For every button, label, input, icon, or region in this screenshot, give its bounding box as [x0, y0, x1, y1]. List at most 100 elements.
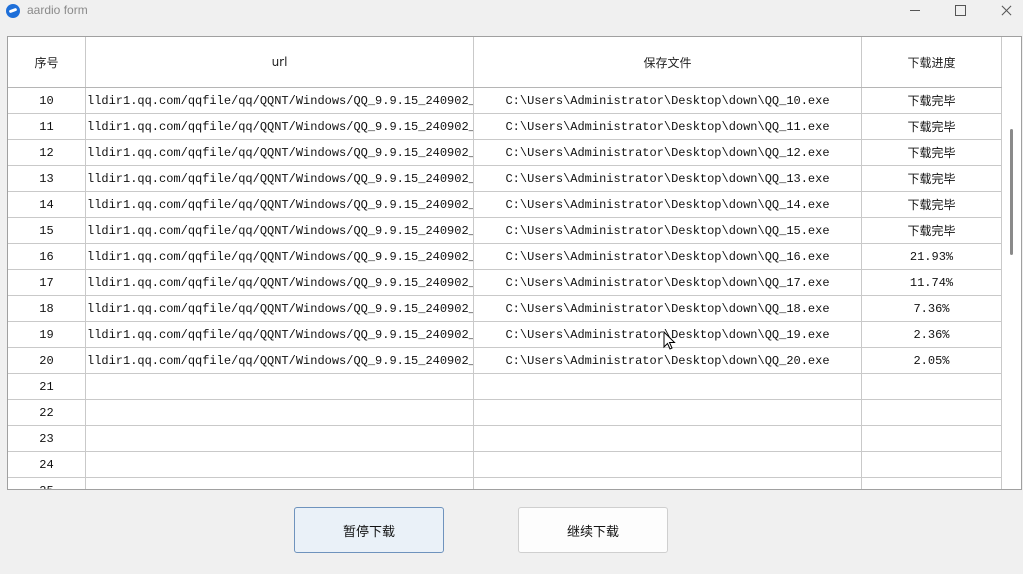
cell-url: lldir1.qq.com/qqfile/qq/QQNT/Windows/QQ_…	[86, 166, 474, 191]
table-row[interactable]: 21	[8, 374, 1002, 400]
cell-no: 24	[8, 452, 86, 477]
cell-url: lldir1.qq.com/qqfile/qq/QQNT/Windows/QQ_…	[86, 322, 474, 347]
cell-progress: 下载完毕	[862, 192, 1002, 217]
cell-url: lldir1.qq.com/qqfile/qq/QQNT/Windows/QQ_…	[86, 88, 474, 113]
table-row[interactable]: 13 lldir1.qq.com/qqfile/qq/QQNT/Windows/Q…	[8, 166, 1002, 192]
cell-file: C:\Users\Administrator\Desktop\down\QQ_1…	[474, 244, 862, 269]
cell-file	[474, 452, 862, 477]
aardio-logo-icon	[6, 4, 20, 18]
table-row[interactable]: 19 lldir1.qq.com/qqfile/qq/QQNT/Windows/Q…	[8, 322, 1002, 348]
cell-progress: 11.74%	[862, 270, 1002, 295]
cell-no: 16	[8, 244, 86, 269]
cell-file: C:\Users\Administrator\Desktop\down\QQ_1…	[474, 270, 862, 295]
grid-body: 10 lldir1.qq.com/qqfile/qq/QQNT/Windows/Q…	[8, 88, 1002, 489]
cell-progress: 下载完毕	[862, 114, 1002, 139]
cell-file: C:\Users\Administrator\Desktop\down\QQ_1…	[474, 218, 862, 243]
cell-file	[474, 400, 862, 425]
cell-no: 23	[8, 426, 86, 451]
cell-no: 22	[8, 400, 86, 425]
column-header-no[interactable]: 序号	[8, 37, 86, 87]
cell-url	[86, 400, 474, 425]
cell-progress: 2.36%	[862, 322, 1002, 347]
table-row[interactable]: 18 lldir1.qq.com/qqfile/qq/QQNT/Windows/Q…	[8, 296, 1002, 322]
grid-header-row: 序号 url 保存文件 下载进度	[8, 37, 1002, 88]
table-row[interactable]: 10 lldir1.qq.com/qqfile/qq/QQNT/Windows/Q…	[8, 88, 1002, 114]
resume-download-button[interactable]: 继续下载	[518, 507, 668, 553]
cell-url: lldir1.qq.com/qqfile/qq/QQNT/Windows/QQ_…	[86, 218, 474, 243]
cell-url: lldir1.qq.com/qqfile/qq/QQNT/Windows/QQ_…	[86, 140, 474, 165]
cell-no: 21	[8, 374, 86, 399]
table-row[interactable]: 15 lldir1.qq.com/qqfile/qq/QQNT/Windows/Q…	[8, 218, 1002, 244]
cell-progress: 下载完毕	[862, 218, 1002, 243]
table-row[interactable]: 23	[8, 426, 1002, 452]
cell-progress	[862, 426, 1002, 451]
cell-file	[474, 374, 862, 399]
table-row[interactable]: 14 lldir1.qq.com/qqfile/qq/QQNT/Windows/Q…	[8, 192, 1002, 218]
app-window: aardio form 序号 url 保存文件 下载进度 10 lldir1.qq…	[0, 0, 1023, 574]
cell-url: lldir1.qq.com/qqfile/qq/QQNT/Windows/QQ_…	[86, 114, 474, 139]
minimize-button[interactable]	[892, 0, 938, 22]
table-row[interactable]: 12 lldir1.qq.com/qqfile/qq/QQNT/Windows/Q…	[8, 140, 1002, 166]
cell-progress: 下载完毕	[862, 140, 1002, 165]
maximize-icon	[955, 5, 966, 16]
cell-no: 15	[8, 218, 86, 243]
table-row[interactable]: 17 lldir1.qq.com/qqfile/qq/QQNT/Windows/Q…	[8, 270, 1002, 296]
table-row[interactable]: 24	[8, 452, 1002, 478]
cell-url: lldir1.qq.com/qqfile/qq/QQNT/Windows/QQ_…	[86, 192, 474, 217]
cell-no: 20	[8, 348, 86, 373]
cell-no: 11	[8, 114, 86, 139]
cell-progress: 7.36%	[862, 296, 1002, 321]
pause-download-button[interactable]: 暂停下载	[294, 507, 444, 553]
maximize-button[interactable]	[937, 0, 983, 22]
table-row[interactable]: 16 lldir1.qq.com/qqfile/qq/QQNT/Windows/Q…	[8, 244, 1002, 270]
scrollbar-thumb[interactable]	[1010, 129, 1013, 255]
download-grid[interactable]: 序号 url 保存文件 下载进度 10 lldir1.qq.com/qqfile/…	[7, 36, 1022, 490]
cell-file: C:\Users\Administrator\Desktop\down\QQ_1…	[474, 192, 862, 217]
close-button[interactable]	[983, 0, 1023, 22]
cell-no: 10	[8, 88, 86, 113]
cell-file: C:\Users\Administrator\Desktop\down\QQ_1…	[474, 140, 862, 165]
table-row[interactable]: 20 lldir1.qq.com/qqfile/qq/QQNT/Windows/Q…	[8, 348, 1002, 374]
cell-file: C:\Users\Administrator\Desktop\down\QQ_1…	[474, 166, 862, 191]
cell-no: 25	[8, 478, 86, 489]
column-header-file[interactable]: 保存文件	[474, 37, 862, 87]
cell-file: C:\Users\Administrator\Desktop\down\QQ_1…	[474, 296, 862, 321]
cell-url	[86, 452, 474, 477]
cell-no: 17	[8, 270, 86, 295]
cell-url: lldir1.qq.com/qqfile/qq/QQNT/Windows/QQ_…	[86, 270, 474, 295]
cell-url	[86, 426, 474, 451]
mouse-cursor-icon	[663, 331, 676, 350]
cell-no: 18	[8, 296, 86, 321]
cell-url	[86, 374, 474, 399]
column-header-progress[interactable]: 下载进度	[862, 37, 1002, 87]
vertical-scrollbar[interactable]	[1002, 37, 1021, 489]
minimize-icon	[910, 10, 920, 11]
title-bar[interactable]: aardio form	[0, 0, 1023, 22]
cell-no: 12	[8, 140, 86, 165]
cell-file: C:\Users\Administrator\Desktop\down\QQ_1…	[474, 88, 862, 113]
cell-no: 14	[8, 192, 86, 217]
column-header-url[interactable]: url	[86, 37, 474, 87]
table-row[interactable]: 25	[8, 478, 1002, 489]
cell-url: lldir1.qq.com/qqfile/qq/QQNT/Windows/QQ_…	[86, 296, 474, 321]
cell-progress: 2.05%	[862, 348, 1002, 373]
cell-file: C:\Users\Administrator\Desktop\down\QQ_1…	[474, 114, 862, 139]
cell-no: 19	[8, 322, 86, 347]
cell-progress: 21.93%	[862, 244, 1002, 269]
window-title: aardio form	[27, 3, 88, 17]
cell-progress: 下载完毕	[862, 88, 1002, 113]
cell-file	[474, 478, 862, 489]
grid-table: 序号 url 保存文件 下载进度 10 lldir1.qq.com/qqfile/…	[8, 37, 1002, 489]
cell-progress	[862, 400, 1002, 425]
cell-file: C:\Users\Administrator\Desktop\down\QQ_2…	[474, 348, 862, 373]
cell-progress	[862, 452, 1002, 477]
table-row[interactable]: 11 lldir1.qq.com/qqfile/qq/QQNT/Windows/Q…	[8, 114, 1002, 140]
cell-url: lldir1.qq.com/qqfile/qq/QQNT/Windows/QQ_…	[86, 348, 474, 373]
cell-progress	[862, 478, 1002, 489]
cell-file	[474, 426, 862, 451]
cell-url: lldir1.qq.com/qqfile/qq/QQNT/Windows/QQ_…	[86, 244, 474, 269]
table-row[interactable]: 22	[8, 400, 1002, 426]
cell-progress	[862, 374, 1002, 399]
cell-no: 13	[8, 166, 86, 191]
cell-progress: 下载完毕	[862, 166, 1002, 191]
